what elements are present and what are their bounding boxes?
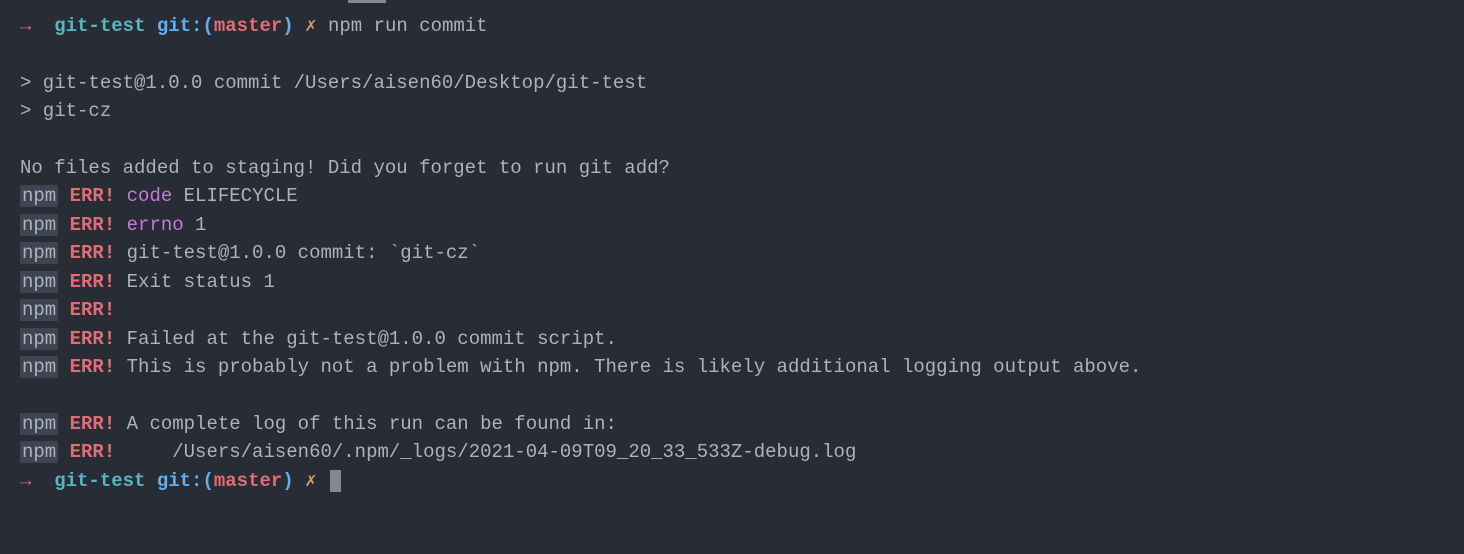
npm-label: npm	[20, 441, 58, 463]
error-line: npm ERR! A complete log of this run can …	[20, 410, 1444, 439]
err-label: ERR!	[70, 356, 116, 378]
npm-label: npm	[20, 413, 58, 435]
prompt-directory: git-test	[54, 15, 145, 37]
err-text: Exit status 1	[115, 271, 275, 293]
err-text: A complete log of this run can be found …	[115, 413, 617, 435]
err-label: ERR!	[70, 328, 116, 350]
git-prefix: git:(	[157, 15, 214, 37]
blank-line	[20, 382, 1444, 410]
dirty-icon: ✗	[305, 15, 316, 37]
err-text: Failed at the git-test@1.0.0 commit scri…	[115, 328, 617, 350]
prompt-arrow-icon: →	[20, 470, 31, 492]
npm-label: npm	[20, 242, 58, 264]
git-branch: master	[214, 470, 282, 492]
npm-label: npm	[20, 299, 58, 321]
output-line: > git-test@1.0.0 commit /Users/aisen60/D…	[20, 69, 1444, 98]
error-line: npm ERR!	[20, 296, 1444, 325]
err-label: ERR!	[70, 242, 116, 264]
git-branch: master	[214, 15, 282, 37]
terminal-output[interactable]: → git-test git:(master) ✗ npm run commit…	[20, 12, 1444, 495]
err-label: ERR!	[70, 214, 116, 236]
err-text: git-test@1.0.0 commit: `git-cz`	[115, 242, 480, 264]
error-line: npm ERR! This is probably not a problem …	[20, 353, 1444, 382]
npm-label: npm	[20, 185, 58, 207]
err-key: code	[127, 185, 173, 207]
command-text: npm run commit	[328, 15, 488, 37]
err-text: /Users/aisen60/.npm/_logs/2021-04-09T09_…	[115, 441, 856, 463]
err-value: 1	[184, 214, 207, 236]
error-line: npm ERR! errno 1	[20, 211, 1444, 240]
output-line: > git-cz	[20, 97, 1444, 126]
err-label: ERR!	[70, 271, 116, 293]
tab-indicator	[348, 0, 386, 3]
npm-label: npm	[20, 214, 58, 236]
git-suffix: )	[282, 15, 293, 37]
output-line: No files added to staging! Did you forge…	[20, 154, 1444, 183]
npm-label: npm	[20, 271, 58, 293]
err-label: ERR!	[70, 299, 116, 321]
error-line: npm ERR! git-test@1.0.0 commit: `git-cz`	[20, 239, 1444, 268]
dirty-icon: ✗	[305, 470, 316, 492]
git-prefix: git:(	[157, 470, 214, 492]
error-line: npm ERR! code ELIFECYCLE	[20, 182, 1444, 211]
npm-label: npm	[20, 328, 58, 350]
err-value: ELIFECYCLE	[172, 185, 297, 207]
cursor[interactable]	[330, 470, 341, 492]
prompt-arrow-icon: →	[20, 15, 31, 37]
npm-label: npm	[20, 356, 58, 378]
blank-line	[20, 41, 1444, 69]
error-line: npm ERR! Failed at the git-test@1.0.0 co…	[20, 325, 1444, 354]
prompt-directory: git-test	[54, 470, 145, 492]
err-text: This is probably not a problem with npm.…	[115, 356, 1141, 378]
err-key: errno	[127, 214, 184, 236]
prompt-line-1: → git-test git:(master) ✗ npm run commit	[20, 12, 1444, 41]
err-label: ERR!	[70, 413, 116, 435]
git-suffix: )	[282, 470, 293, 492]
err-label: ERR!	[70, 441, 116, 463]
error-line: npm ERR! Exit status 1	[20, 268, 1444, 297]
prompt-line-2: → git-test git:(master) ✗	[20, 467, 1444, 496]
blank-line	[20, 126, 1444, 154]
err-label: ERR!	[70, 185, 116, 207]
error-line: npm ERR! /Users/aisen60/.npm/_logs/2021-…	[20, 438, 1444, 467]
